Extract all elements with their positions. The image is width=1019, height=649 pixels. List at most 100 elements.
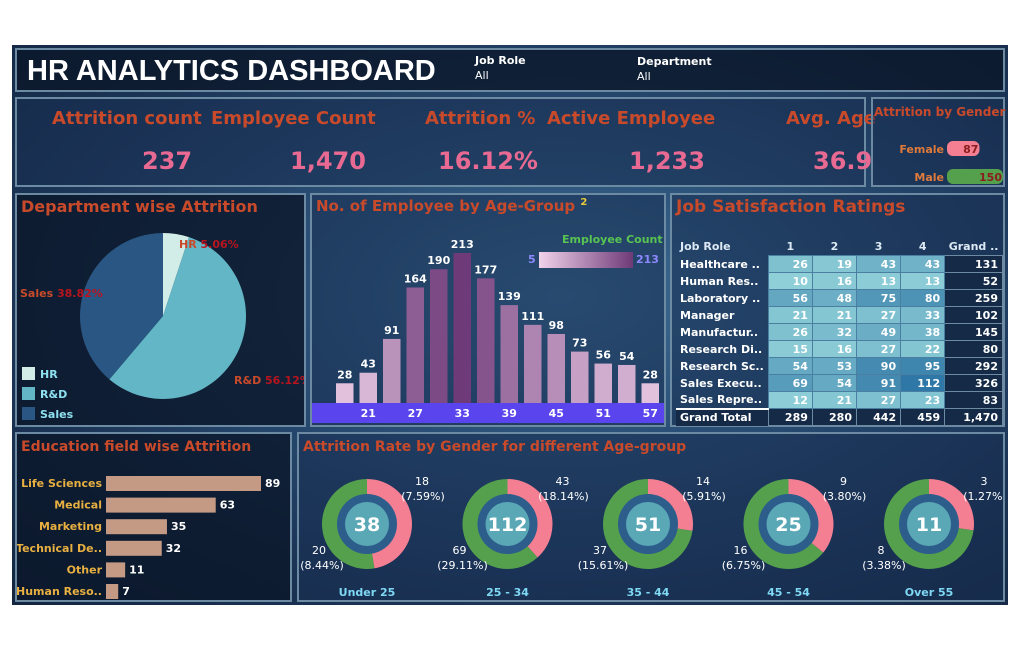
donut-female-count: 3 <box>981 475 988 488</box>
education-bar <box>106 540 162 556</box>
table-header: 4 <box>918 239 927 253</box>
donut-age-label: 25 - 34 <box>486 586 529 599</box>
page-title: HR ANALYTICS DASHBOARD <box>27 55 436 87</box>
table-grand-total-cell: 289 <box>767 408 813 426</box>
header-panel: HR ANALYTICS DASHBOARD Job Role All Depa… <box>15 48 1005 92</box>
table-cell: 43 <box>855 255 902 273</box>
donut-age-label: 35 - 44 <box>627 586 670 599</box>
education-value: 63 <box>220 499 235 512</box>
table-cell: 12 <box>767 391 813 409</box>
age-bar-chart: 2843911641902131771391119873565428521273… <box>312 233 664 423</box>
gender-panel: Attrition by Gender Female 87 Male 150 <box>871 97 1005 187</box>
kpi-attrition-pct-value: 16.12% <box>438 147 538 175</box>
donut-male-pct: (8.44%) <box>300 559 344 572</box>
legend-swatch <box>22 387 35 400</box>
table-row-label: Human Res.. <box>680 274 759 288</box>
donut-male-pct: (15.61%) <box>578 559 629 572</box>
donut-female-pct: (3.80%) <box>823 490 867 503</box>
education-label: Medical <box>54 499 102 512</box>
table-row-label: Research Sc.. <box>680 359 764 373</box>
table-cell: 26 <box>767 323 813 341</box>
donut-total: 51 <box>635 514 661 536</box>
table-cell: 21 <box>811 306 858 324</box>
job-satisfaction-panel: Job Satisfaction Ratings Job Role 1 2 3 4 Gra… <box>670 193 1005 427</box>
age-legend-gradient <box>539 252 633 268</box>
job-role-filter-value[interactable]: All <box>475 68 526 83</box>
table-grand-total-cell: 459 <box>900 408 946 426</box>
table-header: Grand .. <box>948 239 999 253</box>
age-bar-value: 213 <box>451 238 474 251</box>
table-row-total: 326 <box>944 374 1003 392</box>
job-satisfaction-title: Job Satisfaction Ratings <box>676 197 906 217</box>
donut-male-pct: (3.38%) <box>862 559 906 572</box>
table-cell: 21 <box>811 391 858 409</box>
kpi-avg-age-label: Avg. Age <box>786 108 877 129</box>
gender-label: Male <box>914 171 944 184</box>
table-row-total: 292 <box>944 357 1003 375</box>
table-row: Human Res.. 10 16 13 13 52 <box>676 272 1003 290</box>
table-row-total: 259 <box>944 289 1003 307</box>
donut-female-count: 43 <box>556 475 570 488</box>
legend-swatch <box>22 407 35 420</box>
donut-female-count: 18 <box>415 475 429 488</box>
donut-female-pct: (5.91%) <box>682 490 726 503</box>
table-row-label: Laboratory .. <box>680 291 761 305</box>
kpi-panel: Attrition count 237 Employee Count 1,470… <box>15 97 876 187</box>
department-filter-value[interactable]: All <box>637 69 712 84</box>
donut-male-pct: (29.11%) <box>437 559 488 572</box>
education-label: Life Sciences <box>21 477 102 490</box>
donut-female-count: 9 <box>840 475 847 488</box>
education-bar <box>106 562 126 578</box>
education-bar <box>106 519 167 535</box>
age-bar <box>406 287 424 403</box>
table-row: Research Sc.. 54 53 90 95 292 <box>676 357 1003 375</box>
table-row-label: Manufactur.. <box>680 325 759 339</box>
kpi-attrition-pct-label: Attrition % <box>425 108 536 129</box>
table-grand-total-cell: 442 <box>855 408 902 426</box>
donut-age-label: Under 25 <box>339 586 396 599</box>
age-tick-label: 45 <box>549 407 564 420</box>
age-bar <box>594 363 612 403</box>
table-cell: 49 <box>855 323 902 341</box>
table-cell: 75 <box>855 289 902 307</box>
age-tick-label: 27 <box>408 407 423 420</box>
table-header: 2 <box>830 239 839 253</box>
kpi-employee-count-value: 1,470 <box>290 147 366 175</box>
kpi-active-employee-value: 1,233 <box>629 147 705 175</box>
age-bar-value: 28 <box>337 368 352 381</box>
age-bar-value: 56 <box>596 349 612 362</box>
table-cell: 112 <box>900 374 946 392</box>
donut-male-count: 69 <box>453 544 467 557</box>
age-bar-value: 28 <box>643 368 658 381</box>
table-row-label: Sales Execu.. <box>680 376 762 390</box>
table-row: Manager 21 21 27 33 102 <box>676 306 1003 324</box>
table-row-total: 131 <box>944 255 1003 273</box>
job-satisfaction-table: Job Role 1 2 3 4 Grand .. Healthcare .. 26 19 43 4… <box>676 237 1003 426</box>
department-filter-label: Department <box>637 55 712 68</box>
donut-total: 25 <box>775 514 801 536</box>
age-bar-value: 73 <box>572 337 587 350</box>
age-bar-value: 111 <box>521 310 544 323</box>
legend-swatch <box>22 367 35 380</box>
age-bar <box>500 305 518 403</box>
table-row-total: 83 <box>944 391 1003 409</box>
age-bar <box>477 278 495 403</box>
donut-total: 112 <box>488 514 528 536</box>
table-row: Sales Execu.. 69 54 91 112 326 <box>676 374 1003 392</box>
table-cell: 19 <box>811 255 858 273</box>
age-bar <box>430 269 448 403</box>
table-row-label: Research Di.. <box>680 342 763 356</box>
age-tick-label: 57 <box>643 407 658 420</box>
gender-value: 150 <box>979 171 1002 184</box>
donut-female-count: 14 <box>696 475 710 488</box>
education-bar-chart: Life Sciences 89 Medical 63 Marketing 35 Techn… <box>17 476 280 599</box>
age-tick-label: 21 <box>361 407 376 420</box>
table-cell: 95 <box>900 357 946 375</box>
job-role-filter[interactable]: Job Role All <box>475 53 526 83</box>
table-row-label: Sales Repre.. <box>680 393 763 406</box>
table-row-total: 80 <box>944 340 1003 358</box>
donut-male-count: 20 <box>312 544 326 557</box>
table-row-label: Healthcare .. <box>680 257 760 271</box>
department-filter[interactable]: Department All <box>637 54 712 84</box>
table-cell: 43 <box>900 255 946 273</box>
